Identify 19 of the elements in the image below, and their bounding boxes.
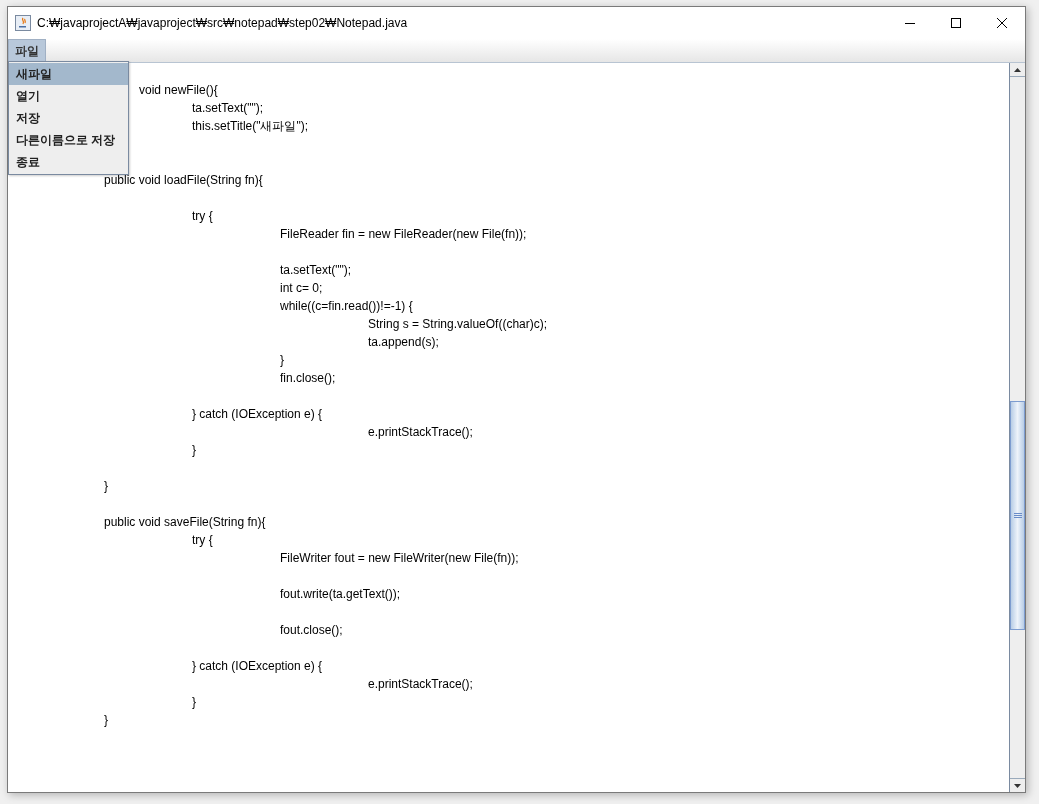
menu-item[interactable]: 종료 — [9, 151, 128, 173]
window-title: C:₩javaprojectA₩javaproject₩src₩notepad₩step02₩Notepad.java — [37, 15, 408, 32]
up-arrow-icon — [1014, 67, 1021, 72]
menu-title[interactable]: 파일 — [8, 39, 46, 62]
menu-item[interactable]: 다른이름으로 저장 — [9, 129, 128, 151]
minimize-icon — [905, 22, 915, 24]
grip-icon — [1013, 513, 1022, 518]
down-arrow-icon — [1014, 783, 1021, 788]
code-text: public void loadFile(String fn){ try { FileReader fin = new FileReader(new File(fn)); ta.setText(""); int c= 0; while((c=fin.read())!=-1) { String s = String.valueOf((char)c); ta.append(s); } fin.close(); } catch (IOException e) { e.printStackTrace(); } } public void saveFile(String fn){ try { FileWriter fout = new FileWriter(new File(fn)); fout.write(ta.getText()); fout.close(); } catch (IOException e) { e.printStackTrace(); } } — [104, 172, 548, 729]
close-icon — [997, 18, 1007, 28]
scrollbar[interactable] — [1009, 63, 1025, 792]
code-line: void newFile(){ — [139, 82, 218, 99]
menu-item[interactable]: 새파일 — [9, 63, 128, 85]
maximize-icon — [951, 18, 961, 28]
code-text: ta.setText(""); this.setTitle("새파일"); — [192, 100, 309, 135]
menu-item[interactable]: 열기 — [9, 85, 128, 107]
menu-item[interactable]: 저장 — [9, 107, 128, 129]
scroll-thumb[interactable] — [1010, 401, 1025, 630]
java-cup-icon — [15, 15, 31, 31]
